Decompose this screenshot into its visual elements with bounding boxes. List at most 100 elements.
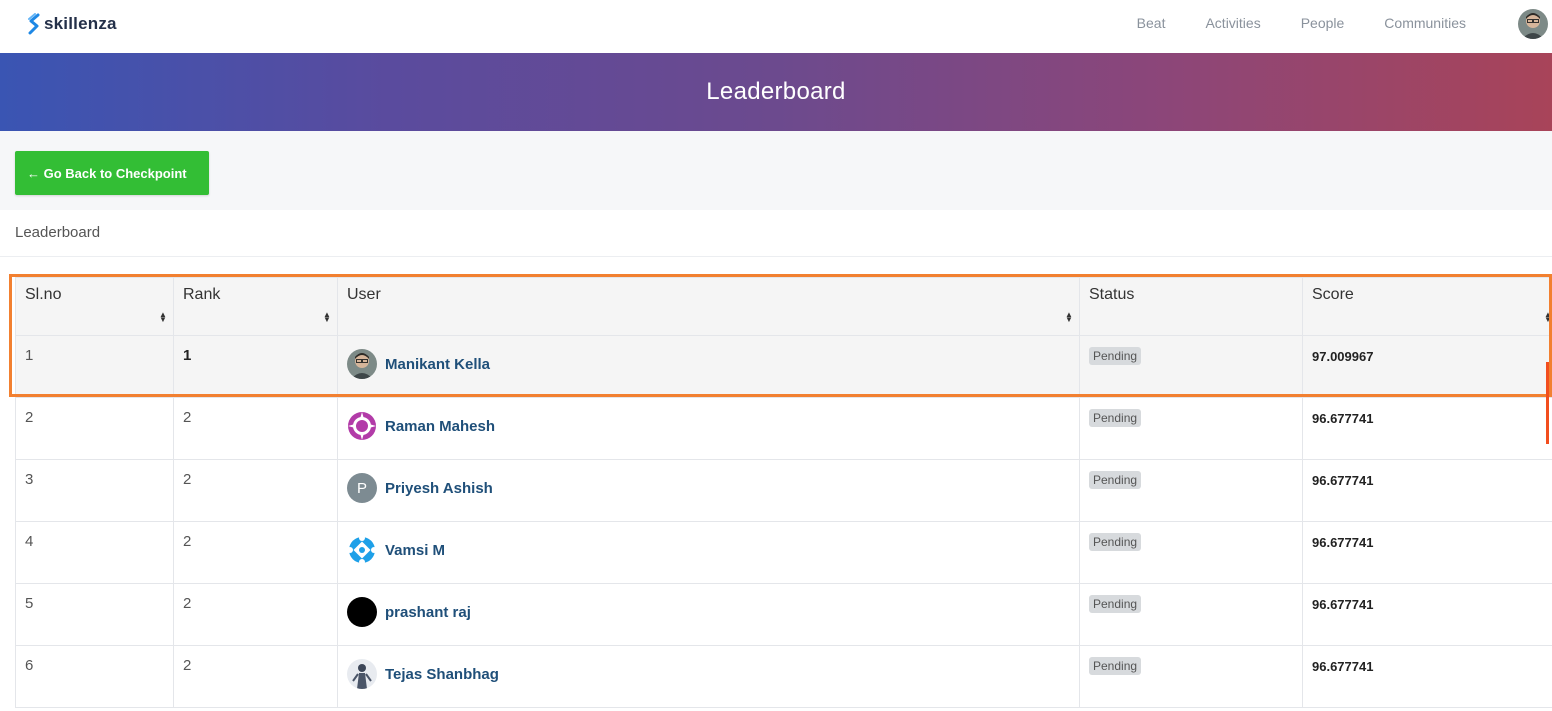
brand-name: skillenza <box>44 14 117 33</box>
user-avatar-image <box>1518 9 1548 39</box>
user-name-link[interactable]: Raman Mahesh <box>385 418 495 435</box>
rank-cell: 2 <box>173 521 338 584</box>
column-header-score[interactable]: Score ▲ ▼ <box>1302 277 1552 336</box>
user-name-link[interactable]: Tejas Shanbhag <box>385 666 499 683</box>
table-row: 5 2 prashant raj Pending 96.677741 <box>15 583 1552 646</box>
slno-cell: 3 <box>15 459 174 522</box>
rank-cell: 2 <box>173 459 338 522</box>
status-cell: Pending <box>1079 459 1303 522</box>
avatar-pattern-icon <box>347 411 377 441</box>
nav-people[interactable]: People <box>1301 15 1345 31</box>
column-label: User <box>347 286 381 303</box>
score-cell: 96.677741 <box>1302 459 1552 522</box>
table-row: 3 2 P Priyesh Ashish Pending 96.677741 <box>15 459 1552 522</box>
user-cell: Raman Mahesh <box>337 397 1080 460</box>
score-cell: 96.677741 <box>1302 583 1552 646</box>
table-row: 4 2 Vamsi M Pending 96.677741 <box>15 521 1552 584</box>
status-cell: Pending <box>1079 397 1303 460</box>
user-cell: prashant raj <box>337 583 1080 646</box>
score-cell: 96.677741 <box>1302 397 1552 460</box>
status-badge: Pending <box>1089 347 1142 365</box>
status-badge: Pending <box>1089 533 1142 551</box>
slno-cell: 6 <box>15 645 174 708</box>
column-label: Score <box>1312 286 1354 303</box>
user-name-link[interactable]: Manikant Kella <box>385 356 490 373</box>
status-cell: Pending <box>1079 583 1303 646</box>
user-name-link[interactable]: Priyesh Ashish <box>385 480 493 497</box>
user-cell: P Priyesh Ashish <box>337 459 1080 522</box>
table-header-row: Sl.no ▲ ▼ Rank ▲ ▼ User ▲ ▼ Status Score ▲ ▼ <box>15 277 1552 336</box>
rank-cell: 2 <box>173 397 338 460</box>
sort-icon[interactable]: ▲ ▼ <box>1065 311 1073 324</box>
rank-value: 1 <box>183 347 192 364</box>
status-cell: Pending <box>1079 335 1303 398</box>
column-header-user[interactable]: User ▲ ▼ <box>337 277 1080 336</box>
avatar[interactable] <box>347 659 377 689</box>
user-cell: Tejas Shanbhag <box>337 645 1080 708</box>
avatar[interactable] <box>347 597 377 627</box>
slno-cell: 1 <box>15 335 174 398</box>
sort-icon[interactable]: ▲ ▼ <box>323 311 331 324</box>
avatar-initial: P <box>356 479 367 497</box>
column-label: Rank <box>183 286 221 303</box>
avatar[interactable] <box>347 535 377 565</box>
score-value: 96.677741 <box>1312 659 1374 674</box>
user-avatar[interactable] <box>1518 9 1548 39</box>
status-cell: Pending <box>1079 521 1303 584</box>
avatar-image <box>347 659 377 689</box>
divider <box>0 256 1552 257</box>
top-navbar: skillenza Beat Activities People Communi… <box>0 0 1552 53</box>
score-value: 96.677741 <box>1312 597 1374 612</box>
score-value: 96.677741 <box>1312 411 1374 426</box>
user-cell: Manikant Kella <box>337 335 1080 398</box>
rank-cell: 2 <box>173 583 338 646</box>
slno-cell: 5 <box>15 583 174 646</box>
slno-cell: 2 <box>15 397 174 460</box>
nav-links: Beat Activities People Communities <box>1097 15 1466 31</box>
rank-cell: 1 <box>173 335 338 398</box>
avatar[interactable] <box>347 411 377 441</box>
table-row: 2 2 Raman Mahesh Pending 96.677741 <box>15 397 1552 460</box>
go-back-button[interactable]: ← Go Back to Checkpoint <box>15 151 209 195</box>
column-header-status: Status <box>1079 277 1303 336</box>
score-value: 97.009967 <box>1312 349 1374 364</box>
avatar[interactable]: P <box>347 473 377 503</box>
score-value: 96.677741 <box>1312 535 1374 550</box>
page-title: Leaderboard <box>706 78 846 105</box>
back-bar: ← Go Back to Checkpoint <box>0 131 1552 210</box>
avatar[interactable] <box>347 349 377 379</box>
scrollbar-thumb[interactable] <box>1546 362 1549 444</box>
avatar-pattern-icon <box>347 535 377 565</box>
column-header-slno[interactable]: Sl.no ▲ ▼ <box>15 277 174 336</box>
status-badge: Pending <box>1089 409 1142 427</box>
table-row: 6 2 Tejas Shanbhag Pending 96.677741 <box>15 645 1552 708</box>
section-heading: Leaderboard <box>15 224 101 241</box>
status-cell: Pending <box>1079 645 1303 708</box>
score-value: 96.677741 <box>1312 473 1374 488</box>
skillenza-logo-icon <box>28 13 40 35</box>
status-badge: Pending <box>1089 657 1142 675</box>
nav-beat[interactable]: Beat <box>1137 15 1166 31</box>
nav-communities[interactable]: Communities <box>1384 15 1466 31</box>
hero-banner: Leaderboard <box>0 53 1552 131</box>
avatar-image <box>347 349 377 379</box>
user-name-link[interactable]: prashant raj <box>385 604 471 621</box>
table-row: 1 1 Manikant Kella Pending 97.009967 <box>15 335 1552 398</box>
column-header-rank[interactable]: Rank ▲ ▼ <box>173 277 338 336</box>
rank-cell: 2 <box>173 645 338 708</box>
brand-logo-link[interactable]: skillenza <box>27 12 117 36</box>
sort-icon[interactable]: ▲ ▼ <box>1544 311 1552 324</box>
sort-icon[interactable]: ▲ ▼ <box>159 311 167 324</box>
score-cell: 96.677741 <box>1302 521 1552 584</box>
leaderboard-table: Sl.no ▲ ▼ Rank ▲ ▼ User ▲ ▼ Status Score ▲ ▼… <box>15 277 1552 708</box>
nav-activities[interactable]: Activities <box>1205 15 1260 31</box>
status-badge: Pending <box>1089 595 1142 613</box>
score-cell: 96.677741 <box>1302 645 1552 708</box>
score-cell: 97.009967 <box>1302 335 1552 398</box>
status-badge: Pending <box>1089 471 1142 489</box>
slno-cell: 4 <box>15 521 174 584</box>
column-label: Sl.no <box>25 286 62 303</box>
column-label: Status <box>1089 286 1135 303</box>
user-name-link[interactable]: Vamsi M <box>385 542 445 559</box>
user-cell: Vamsi M <box>337 521 1080 584</box>
